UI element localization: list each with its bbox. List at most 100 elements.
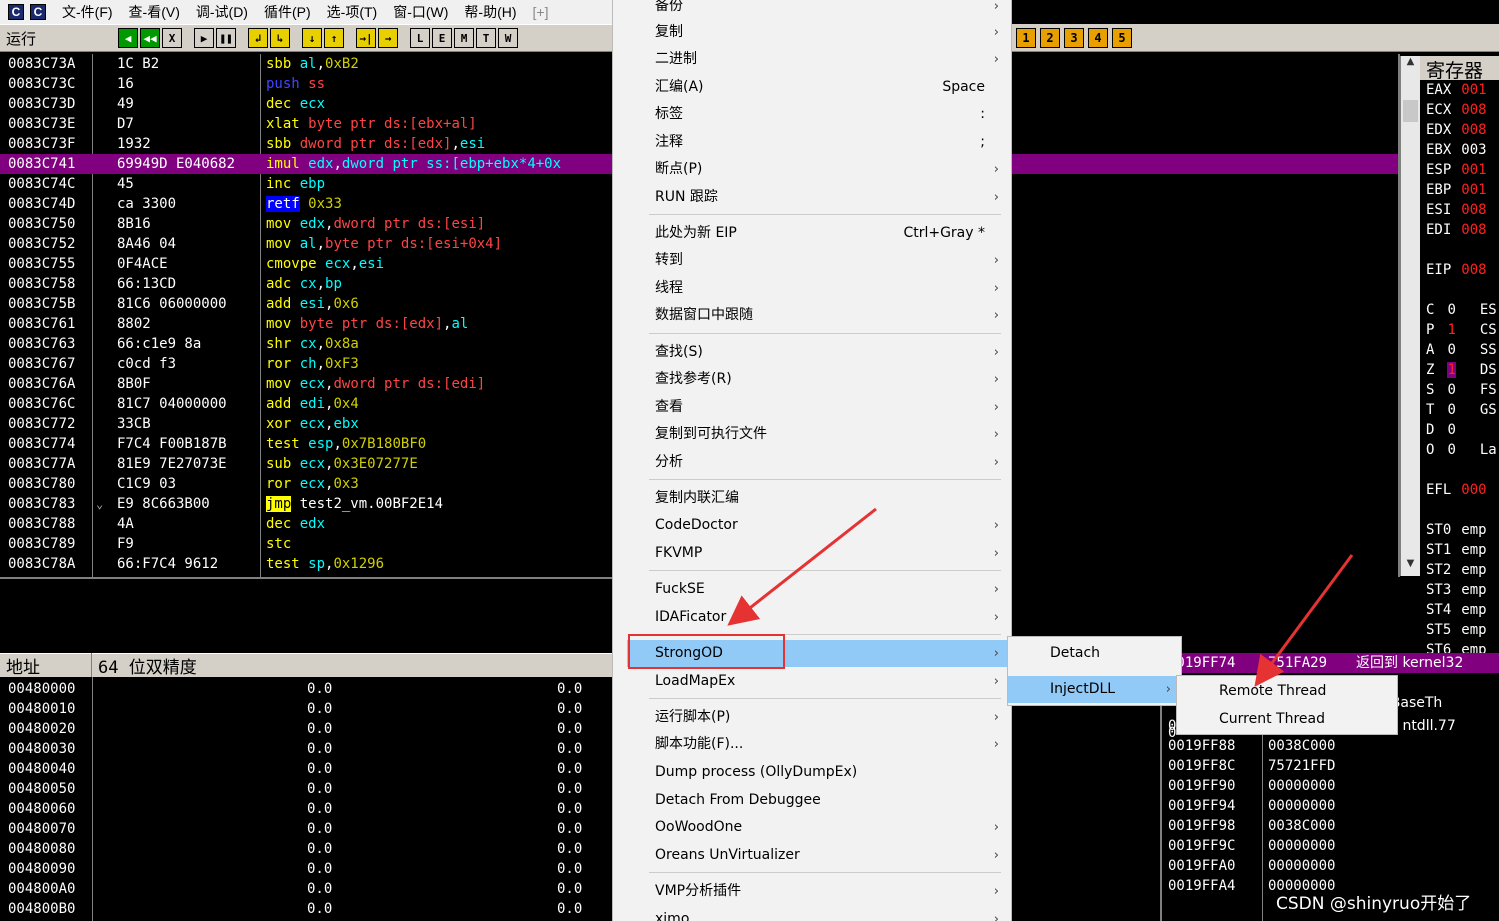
context-menu-item[interactable]: 备份 ›: [613, 0, 1011, 20]
register-row[interactable]: ST3 emp: [1426, 580, 1487, 600]
register-row[interactable]: [1426, 460, 1436, 480]
context-menu-item[interactable]: 分析 ›: [613, 449, 1011, 476]
toolbar-number-button[interactable]: 5: [1112, 27, 1132, 48]
toolbar-button-1[interactable]: ◀◀: [140, 28, 160, 48]
menu-2[interactable]: 调-试(D): [196, 2, 248, 22]
menu-0[interactable]: 文-件(F): [62, 2, 113, 22]
context-menu-item[interactable]: 线程 ›: [613, 275, 1011, 302]
stack-row[interactable]: 0019FFA0 00000000: [1168, 856, 1356, 876]
register-row[interactable]: EFL 000: [1426, 480, 1487, 500]
register-row[interactable]: D0: [1426, 420, 1480, 440]
context-menu-item[interactable]: IDAFicator ›: [613, 604, 1011, 631]
register-row[interactable]: ST5 emp: [1426, 620, 1487, 640]
context-menu-item[interactable]: 查找参考(R) ›: [613, 366, 1011, 393]
register-row[interactable]: Z 1 DS: [1426, 360, 1497, 380]
context-menu-item[interactable]: 运行脚本(P) ›: [613, 704, 1011, 731]
toolbar-number-button[interactable]: 3: [1064, 27, 1084, 48]
context-menu-item[interactable]: 标签:: [613, 101, 1011, 128]
register-row[interactable]: T 0 GS: [1426, 400, 1497, 420]
toolbar-button-14[interactable]: T: [476, 28, 496, 48]
dump-row[interactable]: 00480000 0.0 0.0: [0, 679, 612, 699]
menu-6[interactable]: 帮-助(H): [464, 2, 516, 22]
dump-row[interactable]: 00480020 0.0 0.0: [0, 719, 612, 739]
dump-row[interactable]: 00480030 0.0 0.0: [0, 739, 612, 759]
context-menu-item[interactable]: VMP分析插件 ›: [613, 878, 1011, 905]
dump-row[interactable]: 00480010 0.0 0.0: [0, 699, 612, 719]
context-menu-item[interactable]: LoadMapEx ›: [613, 668, 1011, 695]
context-menu-item[interactable]: OoWoodOne ›: [613, 814, 1011, 841]
dump-pane[interactable]: 00480000 0.0 0.0 00480010 0.0 0.0 00480020 0.0 0…: [0, 677, 612, 921]
register-row[interactable]: ST4 emp: [1426, 600, 1487, 620]
register-row[interactable]: EBX 003: [1426, 140, 1487, 160]
toolbar-button-11[interactable]: L: [410, 28, 430, 48]
register-row[interactable]: EAX 001: [1426, 80, 1487, 100]
dump-row[interactable]: 00480040 0.0 0.0: [0, 759, 612, 779]
menu-7[interactable]: [+]: [533, 4, 549, 20]
context-menu-item[interactable]: 脚本功能(F)... ›: [613, 731, 1011, 758]
menu-4[interactable]: 选-项(T): [327, 2, 378, 22]
toolbar-button-4[interactable]: ❚❚: [216, 28, 236, 48]
context-menu-item[interactable]: 数据窗口中跟随 ›: [613, 302, 1011, 329]
dump-header-addr[interactable]: 地址: [0, 653, 92, 678]
register-row[interactable]: A 0 SS: [1426, 340, 1497, 360]
menu-5[interactable]: 窗-口(W): [393, 2, 448, 22]
toolbar-button-2[interactable]: X: [162, 28, 182, 48]
register-row[interactable]: ST2 emp: [1426, 560, 1487, 580]
toolbar-number-button[interactable]: 2: [1040, 27, 1060, 48]
disasm-scrollbar[interactable]: ▲ ▼: [1400, 56, 1420, 576]
context-menu-item[interactable]: 复制 ›: [613, 19, 1011, 46]
menu-3[interactable]: 循件(P): [264, 2, 311, 22]
register-row[interactable]: [1426, 280, 1436, 300]
context-menu-item[interactable]: ximo ›: [613, 906, 1011, 921]
context-menu-item[interactable]: 查找(S) ›: [613, 339, 1011, 366]
register-row[interactable]: ESP 001: [1426, 160, 1487, 180]
dump-row[interactable]: 00480050 0.0 0.0: [0, 779, 612, 799]
context-menu-item[interactable]: Detach From Debuggee: [613, 787, 1011, 814]
register-row[interactable]: EDI 008: [1426, 220, 1487, 240]
context-menu-item[interactable]: 查看 ›: [613, 394, 1011, 421]
context-menu-item[interactable]: 复制到可执行文件 ›: [613, 421, 1011, 448]
submenu-item[interactable]: Detach: [1008, 640, 1181, 667]
register-row[interactable]: EBP 001: [1426, 180, 1487, 200]
context-menu-item[interactable]: Oreans UnVirtualizer ›: [613, 842, 1011, 869]
toolbar-button-9[interactable]: →|: [356, 28, 376, 48]
stack-row[interactable]: 0019FF94 00000000: [1168, 796, 1356, 816]
register-row[interactable]: O 0 La: [1426, 440, 1497, 460]
scroll-thumb[interactable]: [1403, 100, 1418, 122]
toolbar-button-5[interactable]: ↲: [248, 28, 268, 48]
context-menu-item[interactable]: Dump process (OllyDumpEx): [613, 759, 1011, 786]
submenu-item[interactable]: Remote Thread: [1177, 678, 1397, 705]
stack-row[interactable]: 0019FF90 00000000: [1168, 776, 1356, 796]
context-menu-item[interactable]: FuckSE ›: [613, 576, 1011, 603]
dump-row[interactable]: 00480060 0.0 0.0: [0, 799, 612, 819]
toolbar-button-13[interactable]: M: [454, 28, 474, 48]
register-row[interactable]: ST6 emp: [1426, 640, 1487, 653]
context-menu-item[interactable]: 转到 ›: [613, 247, 1011, 274]
scroll-up-icon[interactable]: ▲: [1401, 56, 1420, 74]
submenu-item[interactable]: InjectDLL ›: [1008, 676, 1181, 703]
context-menu-item[interactable]: 断点(P) ›: [613, 156, 1011, 183]
submenu-item[interactable]: Current Thread: [1177, 706, 1397, 733]
context-menu-item[interactable]: RUN 跟踪 ›: [613, 184, 1011, 211]
toolbar-button-7[interactable]: ↓: [302, 28, 322, 48]
stack-row[interactable]: 0019FF8C 75721FFD: [1168, 756, 1356, 776]
context-menu-item[interactable]: 复制内联汇编: [613, 485, 1011, 512]
stack-row[interactable]: 0019FF98 0038C000: [1168, 816, 1356, 836]
dump-row[interactable]: 004800B0 0.0 0.0: [0, 899, 612, 919]
register-row[interactable]: EDX 008: [1426, 120, 1487, 140]
context-menu-item[interactable]: CodeDoctor ›: [613, 512, 1011, 539]
toolbar-button-6[interactable]: ↳: [270, 28, 290, 48]
register-row[interactable]: [1426, 240, 1436, 260]
context-menu-item[interactable]: 汇编(A) Space: [613, 74, 1011, 101]
register-row[interactable]: ST1 emp: [1426, 540, 1487, 560]
context-menu-item[interactable]: 二进制 ›: [613, 46, 1011, 73]
register-row[interactable]: ST0 emp: [1426, 520, 1487, 540]
context-menu-item[interactable]: 此处为新 EIP Ctrl+Gray *: [613, 220, 1011, 247]
register-row[interactable]: P 1 CS: [1426, 320, 1497, 340]
dump-row[interactable]: 00480080 0.0 0.0: [0, 839, 612, 859]
register-row[interactable]: ESI 008: [1426, 200, 1487, 220]
register-row[interactable]: C 0 ES: [1426, 300, 1497, 320]
dump-row[interactable]: 00480090 0.0 0.0: [0, 859, 612, 879]
register-row[interactable]: EIP 008: [1426, 260, 1487, 280]
toolbar-button-12[interactable]: E: [432, 28, 452, 48]
